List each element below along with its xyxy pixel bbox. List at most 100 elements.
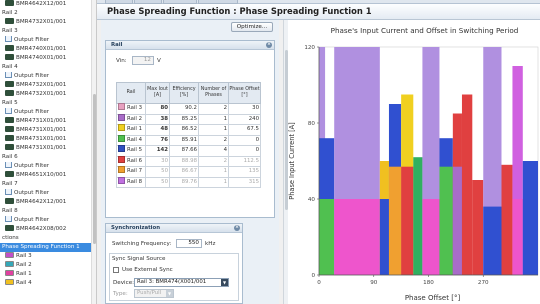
- tree-item[interactable]: BMR4732X01/001: [0, 81, 96, 90]
- collapse-icon[interactable]: ×: [234, 225, 240, 231]
- tree-item[interactable]: BMR4731X01/001: [0, 144, 96, 153]
- device-select-value: Rail 3: BMR474(X001/001: [137, 279, 207, 285]
- rail-phases-cell[interactable]: 2: [198, 103, 229, 115]
- chart-title: Phase's Input Current and Offset in Swit…: [331, 26, 519, 35]
- table-row[interactable]: Rail 7 50 86.67 1 135: [116, 166, 261, 178]
- rail-eff-cell: 86.52: [169, 124, 199, 136]
- table-row[interactable]: Rail 4 76 85.91 2 0: [116, 134, 261, 146]
- rail-iout-cell[interactable]: 50: [145, 166, 170, 178]
- external-sync-checkbox[interactable]: [113, 267, 119, 273]
- tree-item[interactable]: Rail 4: [0, 63, 96, 72]
- tree-item[interactable]: Rail 3: [0, 252, 96, 261]
- y-tick-label: 120: [304, 45, 315, 51]
- tree-item[interactable]: BMR4642X08/002: [0, 225, 96, 234]
- phase-chart: Phase's Input Current and Offset in Swit…: [288, 20, 540, 304]
- tree-item[interactable]: BMR4732X01/001: [0, 90, 96, 99]
- rail-color-swatch[interactable]: [118, 166, 125, 174]
- rail-color-swatch[interactable]: [118, 124, 125, 132]
- tree-item[interactable]: ctions: [0, 234, 96, 243]
- tree-item-label: BMR4732X01/001: [16, 91, 67, 97]
- tree-item[interactable]: BMR4731X01/001: [0, 135, 96, 144]
- tree-item-label: BMR4732X01/001: [16, 82, 67, 88]
- rail-offset-cell: 315: [228, 176, 261, 188]
- tree-item[interactable]: Rail 2: [0, 261, 96, 270]
- rail-color-swatch[interactable]: [118, 176, 125, 184]
- y-tick-label: 0: [311, 273, 315, 279]
- external-sync-label: Use External Sync: [122, 267, 173, 273]
- rail-phases-cell[interactable]: 1: [198, 113, 229, 125]
- rail-phases-cell[interactable]: 2: [198, 134, 229, 146]
- tree-item[interactable]: Rail 8: [0, 207, 96, 216]
- rail-name: Rail 6: [127, 157, 143, 164]
- rail-group-header: Rail ×: [106, 41, 274, 50]
- rail-name-cell: Rail 3: [116, 103, 146, 115]
- tree-item[interactable]: Phase Spreading Function 1: [0, 243, 96, 252]
- rail-color-swatch[interactable]: [118, 103, 125, 111]
- tree-item[interactable]: BMR4642X12/001: [0, 0, 96, 9]
- tree-item[interactable]: Rail 2: [0, 9, 96, 18]
- optimize-button[interactable]: Optimize...: [231, 22, 273, 32]
- tree-item[interactable]: Rail 3: [0, 27, 96, 36]
- chart-bar: [422, 199, 440, 275]
- rail-color-swatch[interactable]: [118, 134, 125, 142]
- collapse-icon[interactable]: ×: [266, 42, 272, 48]
- rail-color-swatch[interactable]: [118, 145, 125, 153]
- rail-phases-cell[interactable]: 2: [198, 155, 229, 167]
- tree-item[interactable]: Output Filter: [0, 72, 96, 81]
- rail-iout-cell[interactable]: 76: [145, 134, 170, 146]
- rail-phases-cell[interactable]: 1: [198, 166, 229, 178]
- chart-bar: [501, 164, 513, 275]
- tree-item[interactable]: BMR4731X01/001: [0, 126, 96, 135]
- rail-eff-cell: 85.91: [169, 134, 199, 146]
- table-row[interactable]: Rail 6 30 88.98 2 112.5: [116, 155, 261, 167]
- table-row[interactable]: Rail 5 142 87.66 4 0: [116, 145, 261, 157]
- project-tree[interactable]: BMR4642X12/001 Rail 2 BMR4732X01/001 Rail 3…: [0, 0, 97, 304]
- tree-item[interactable]: Rail 4: [0, 279, 96, 288]
- tree-scrollbar[interactable]: [91, 0, 96, 304]
- tree-item[interactable]: BMR4731X01/001: [0, 117, 96, 126]
- tree-item-label: Output Filter: [14, 217, 50, 223]
- tree-item[interactable]: Output Filter: [0, 216, 96, 225]
- table-row[interactable]: Rail 3 80 90.2 2 30: [116, 103, 261, 115]
- table-row[interactable]: Rail 1 48 86.52 1 67.5: [116, 124, 261, 136]
- rail-iout-cell[interactable]: 50: [145, 176, 170, 188]
- tree-item[interactable]: Output Filter: [0, 108, 96, 117]
- vin-input[interactable]: 12: [132, 56, 154, 65]
- rail-phases-cell[interactable]: 1: [198, 176, 229, 188]
- device-select[interactable]: Rail 3: BMR474(X001/001 ▼: [134, 278, 229, 287]
- tree-item[interactable]: BMR4732X01/001: [0, 18, 96, 27]
- tree-item[interactable]: Output Filter: [0, 189, 96, 198]
- page-title: Phase Spreading Function : Phase Spreadi…: [107, 6, 372, 16]
- rail-iout-cell[interactable]: 30: [145, 155, 170, 167]
- rail-color-swatch[interactable]: [118, 155, 125, 163]
- rail-name: Rail 3: [127, 105, 143, 112]
- rail-iout-cell[interactable]: 48: [145, 124, 170, 136]
- tree-item[interactable]: Rail 5: [0, 99, 96, 108]
- rail-phases-cell[interactable]: 4: [198, 145, 229, 157]
- tree-item-label: Rail 4: [2, 64, 18, 70]
- rail-iout-cell[interactable]: 80: [145, 103, 170, 115]
- tree-item[interactable]: Rail 7: [0, 180, 96, 189]
- tree-item[interactable]: Output Filter: [0, 162, 96, 171]
- table-row[interactable]: Rail 8 50 89.76 1 315: [116, 176, 261, 188]
- chart-bar: [512, 199, 523, 275]
- tree-item[interactable]: Rail 1: [0, 270, 96, 279]
- table-row[interactable]: Rail 2 38 85.25 1 240: [116, 113, 261, 125]
- tree-scrollbar-thumb[interactable]: [93, 94, 96, 244]
- tree-item[interactable]: BMR4740X01/001: [0, 45, 96, 54]
- freq-unit: kHz: [205, 241, 216, 247]
- freq-input[interactable]: 550: [176, 239, 202, 248]
- tree-item[interactable]: BMR4651X10/001: [0, 171, 96, 180]
- tree-item[interactable]: Rail 6: [0, 153, 96, 162]
- rail-color-swatch[interactable]: [118, 113, 125, 121]
- type-select[interactable]: Push/Pull ▼: [134, 289, 174, 298]
- rail-offset-cell: 30: [228, 103, 261, 115]
- rail-phases-cell[interactable]: 1: [198, 124, 229, 136]
- chip-icon: [5, 126, 14, 132]
- tree-item[interactable]: Output Filter: [0, 36, 96, 45]
- rail-iout-cell[interactable]: 142: [145, 145, 170, 157]
- tree-item-label: BMR4642X08/002: [16, 226, 67, 232]
- rail-iout-cell[interactable]: 38: [145, 113, 170, 125]
- tree-item[interactable]: BMR4642X12/001: [0, 198, 96, 207]
- tree-item[interactable]: BMR4740X01/001: [0, 54, 96, 63]
